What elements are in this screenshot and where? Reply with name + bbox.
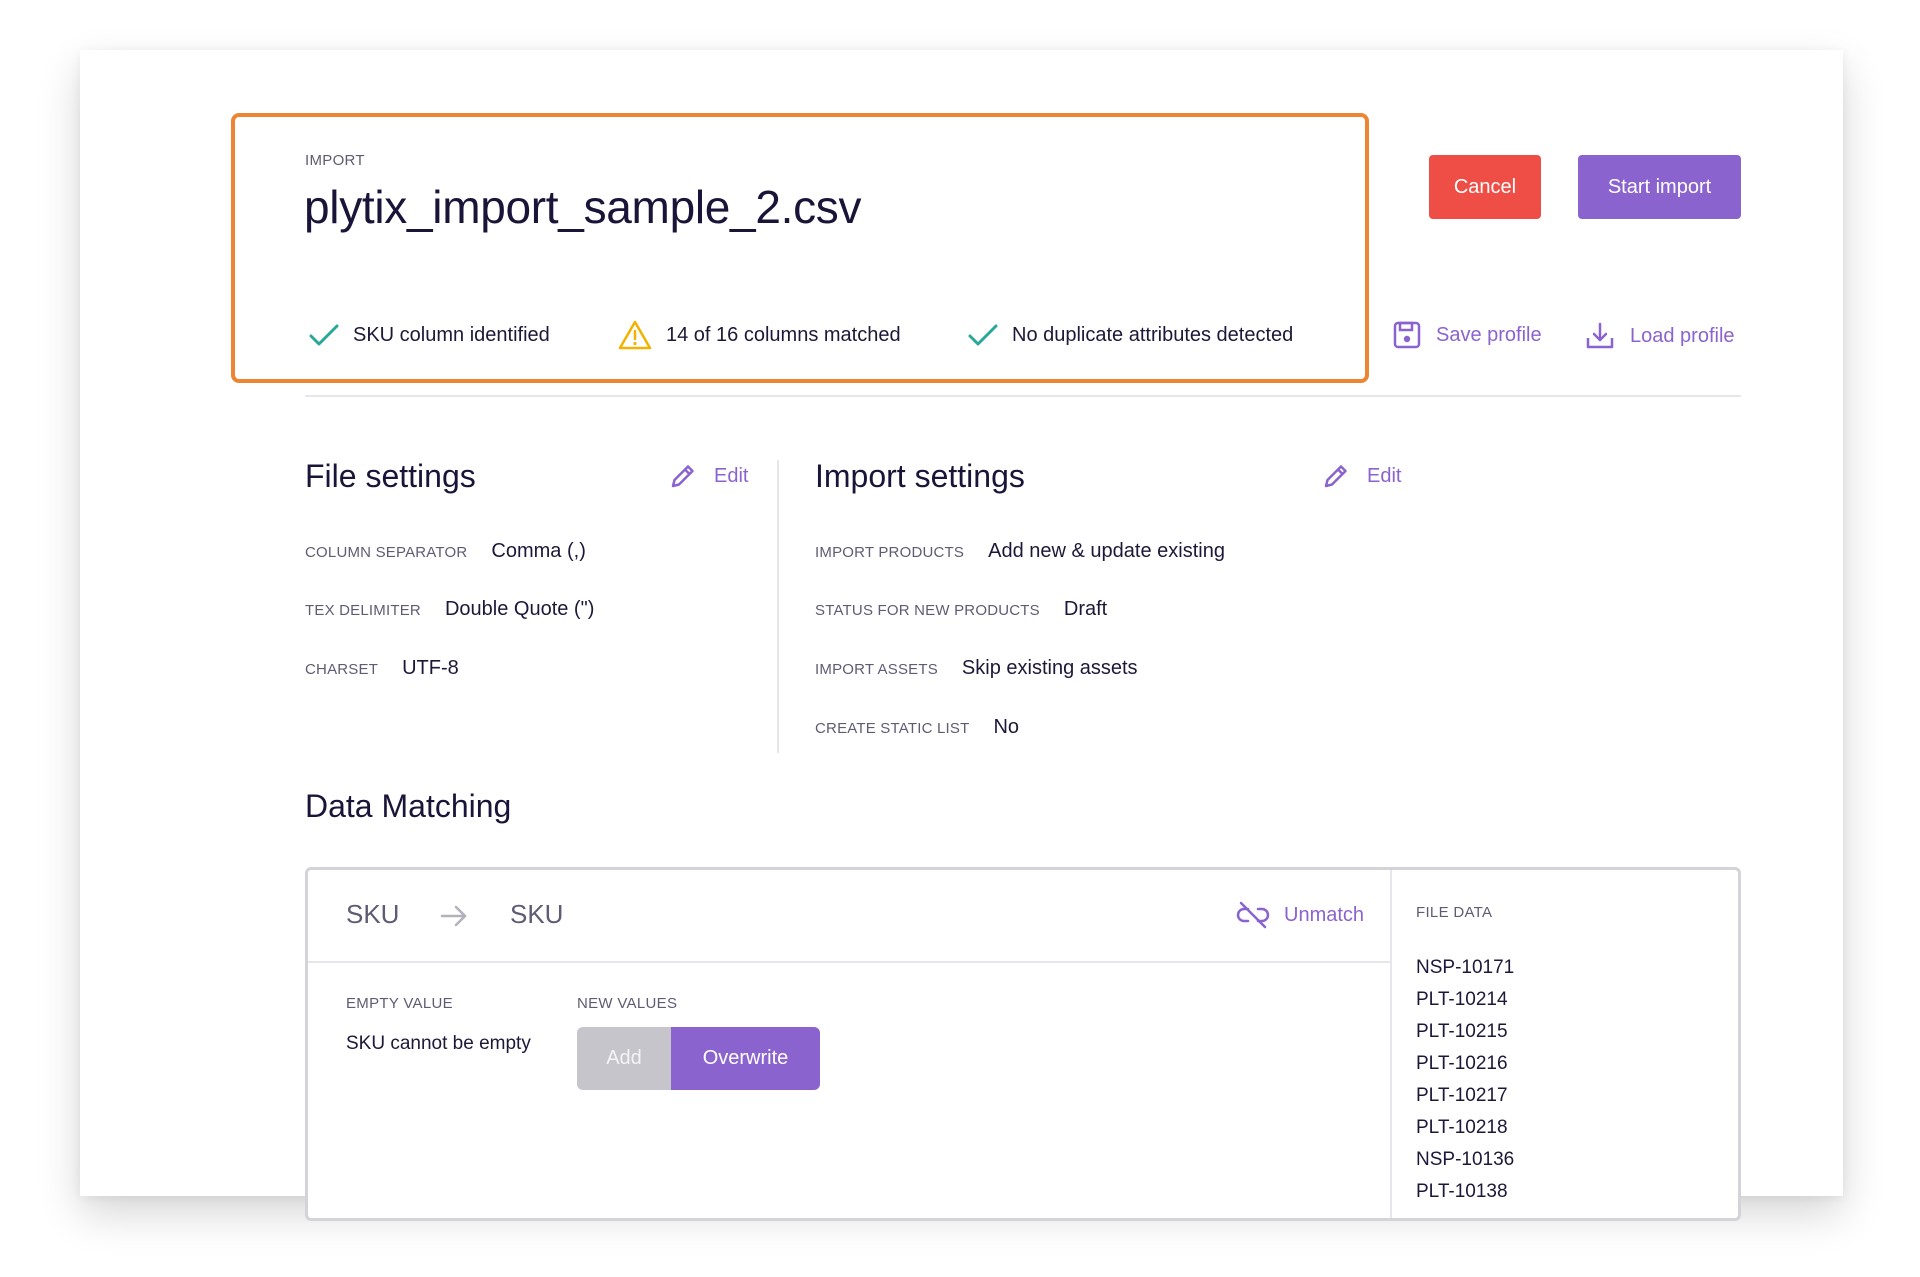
setting-value: Comma (,): [491, 540, 586, 562]
setting-key: CHARSET: [305, 661, 379, 678]
unmatch-button[interactable]: Unmatch: [1236, 900, 1364, 930]
edit-label: Edit: [714, 464, 749, 487]
check-columns-matched: 14 of 16 columns matched: [618, 320, 901, 350]
file-data-value: PLT-10218: [1416, 1117, 1508, 1138]
import-settings-title: Import settings: [815, 458, 1025, 494]
load-profile-link[interactable]: Load profile: [1584, 320, 1735, 352]
setting-key: CREATE STATIC LIST: [815, 720, 970, 737]
file-data-value: PLT-10217: [1416, 1085, 1508, 1106]
import-setting-row: CREATE STATIC LIST No: [815, 716, 1019, 739]
file-data-value: PLT-10214: [1416, 989, 1508, 1010]
edit-label: Edit: [1367, 464, 1402, 487]
source-column-name: SKU: [346, 899, 400, 929]
file-data-list: NSP-10171 PLT-10214 PLT-10215 PLT-10216 …: [1416, 952, 1514, 1208]
import-eyebrow: IMPORT: [305, 152, 365, 169]
file-data-value: PLT-10215: [1416, 1021, 1508, 1042]
file-data-value: NSP-10171: [1416, 957, 1515, 978]
setting-key: COLUMN SEPARATOR: [305, 544, 468, 561]
pencil-icon: [671, 465, 694, 488]
empty-value-text: SKU cannot be empty: [346, 1033, 531, 1054]
warning-icon: [618, 320, 652, 350]
unlink-icon: [1236, 901, 1270, 929]
check-no-duplicates: No duplicate attributes detected: [968, 323, 1293, 347]
save-profile-link[interactable]: Save profile: [1392, 320, 1542, 350]
target-attribute-name: SKU: [510, 899, 564, 929]
import-setting-row: STATUS FOR NEW PRODUCTS Draft: [815, 598, 1107, 621]
setting-value: UTF-8: [402, 657, 459, 679]
setting-key: TEX DELIMITER: [305, 602, 421, 619]
check-label: 14 of 16 columns matched: [666, 323, 901, 346]
setting-value: Add new & update existing: [988, 540, 1225, 562]
setting-value: Skip existing assets: [961, 657, 1138, 679]
file-setting-row: TEX DELIMITER Double Quote ("): [305, 598, 594, 621]
new-values-label: NEW VALUES: [577, 995, 678, 1012]
import-page-card: IMPORT plytix_import_sample_2.csv SKU co…: [80, 50, 1843, 1221]
import-setting-row: IMPORT PRODUCTS Add new & update existin…: [815, 540, 1225, 563]
file-settings-edit-button[interactable]: Edit: [668, 461, 748, 491]
file-data-label: FILE DATA: [1416, 904, 1493, 921]
setting-value: No: [993, 716, 1020, 738]
check-icon: [968, 324, 998, 346]
page-title: plytix_import_sample_2.csv: [304, 181, 862, 233]
file-data-value: NSP-10136: [1416, 1149, 1515, 1170]
matching-row-divider: [308, 961, 1390, 963]
setting-value: Double Quote ("): [444, 598, 595, 620]
new-values-toggle: Add Overwrite: [577, 1027, 820, 1090]
file-setting-row: CHARSET UTF-8: [305, 657, 459, 680]
file-data-value: PLT-10216: [1416, 1053, 1508, 1074]
pencil-icon: [1324, 465, 1347, 488]
unmatch-label: Unmatch: [1284, 903, 1365, 926]
data-matching-panel: SKU SKU Unmatch EMPTY VALUE SKU cannot b…: [305, 867, 1741, 1221]
file-data-divider: [1390, 870, 1392, 1218]
setting-key: IMPORT ASSETS: [815, 661, 938, 678]
setting-value: Draft: [1063, 598, 1108, 620]
file-setting-row: COLUMN SEPARATOR Comma (,): [305, 540, 586, 563]
settings-divider: [777, 460, 779, 753]
file-data-value: PLT-10138: [1416, 1181, 1508, 1202]
save-icon: [1393, 321, 1421, 349]
file-settings-title: File settings: [305, 458, 476, 494]
arrow-right-icon: [440, 905, 467, 927]
cancel-button[interactable]: Cancel: [1429, 155, 1541, 219]
start-import-button[interactable]: Start import: [1578, 155, 1741, 219]
overwrite-option-button[interactable]: Overwrite: [671, 1027, 820, 1090]
check-label: No duplicate attributes detected: [1012, 323, 1294, 346]
data-matching-title: Data Matching: [305, 788, 512, 824]
header-divider: [305, 395, 1741, 397]
setting-key: IMPORT PRODUCTS: [815, 544, 965, 561]
setting-key: STATUS FOR NEW PRODUCTS: [815, 602, 1040, 619]
import-setting-row: IMPORT ASSETS Skip existing assets: [815, 657, 1138, 680]
import-settings-edit-button[interactable]: Edit: [1321, 461, 1401, 491]
download-icon: [1586, 322, 1614, 349]
check-label: SKU column identified: [353, 323, 550, 346]
empty-value-label: EMPTY VALUE: [346, 995, 453, 1012]
load-profile-label: Load profile: [1630, 324, 1735, 347]
check-icon: [309, 324, 339, 346]
save-profile-label: Save profile: [1436, 323, 1542, 346]
add-option-button[interactable]: Add: [577, 1027, 671, 1090]
check-sku-identified: SKU column identified: [309, 323, 550, 347]
